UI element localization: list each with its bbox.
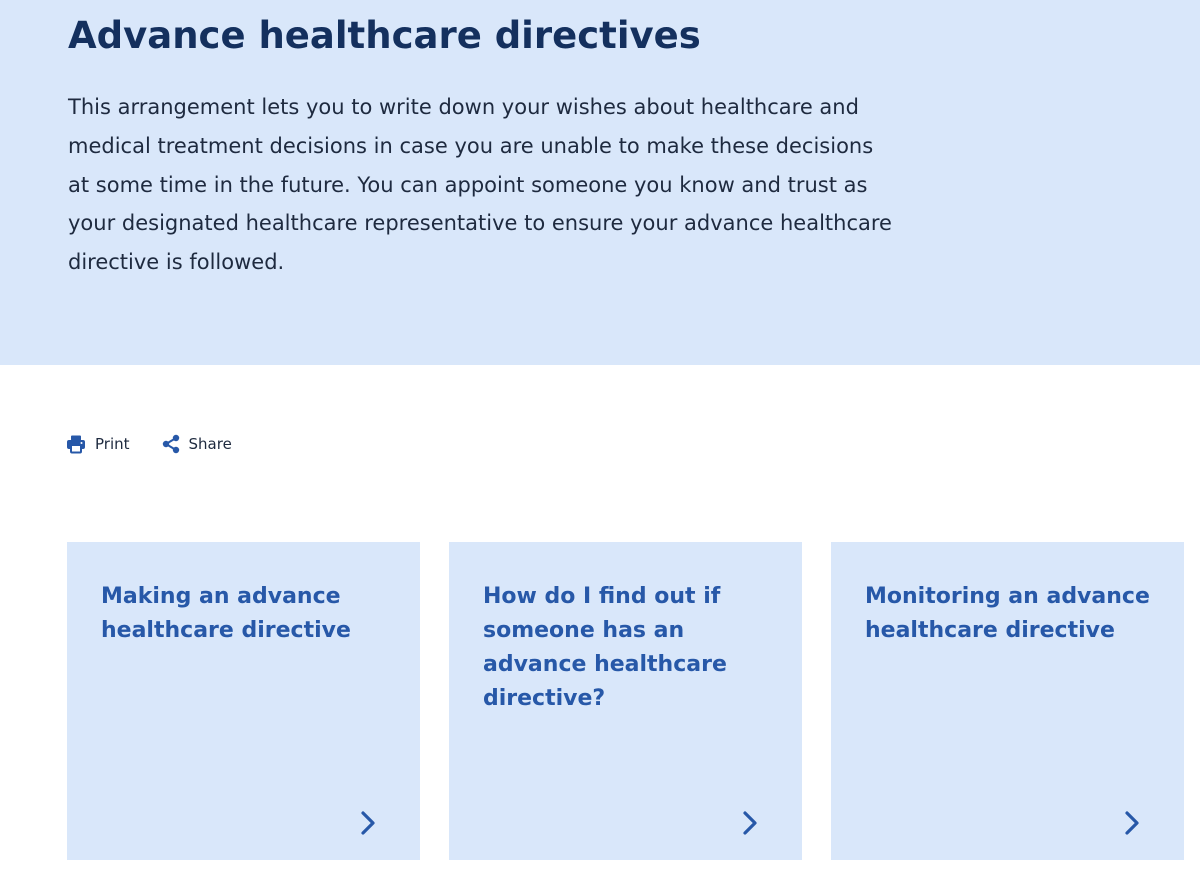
print-button[interactable]: Print [66,434,130,454]
page-title: Advance healthcare directives [68,14,701,57]
chevron-right-icon [1125,811,1139,835]
share-button[interactable]: Share [162,434,232,454]
card-making-directive[interactable]: Making an advance healthcare directive [67,542,420,860]
printer-icon [67,435,85,454]
chevron-right-icon [361,811,375,835]
share-icon [162,434,179,454]
share-label: Share [188,435,232,453]
hero-panel: Advance healthcare directives This arran… [0,0,1200,365]
card-monitoring-directive[interactable]: Monitoring an advance healthcare directi… [831,542,1184,860]
page-actions: Print Share [66,430,232,458]
print-label: Print [95,435,130,453]
page-description: This arrangement lets you to write down … [68,95,892,275]
card-title: Monitoring an advance healthcare directi… [865,584,1150,643]
chevron-right-icon [743,811,757,835]
card-title: Making an advance healthcare directive [101,584,351,643]
card-title: How do I find out if someone has an adva… [483,584,727,711]
card-find-out-directive[interactable]: How do I find out if someone has an adva… [449,542,802,860]
